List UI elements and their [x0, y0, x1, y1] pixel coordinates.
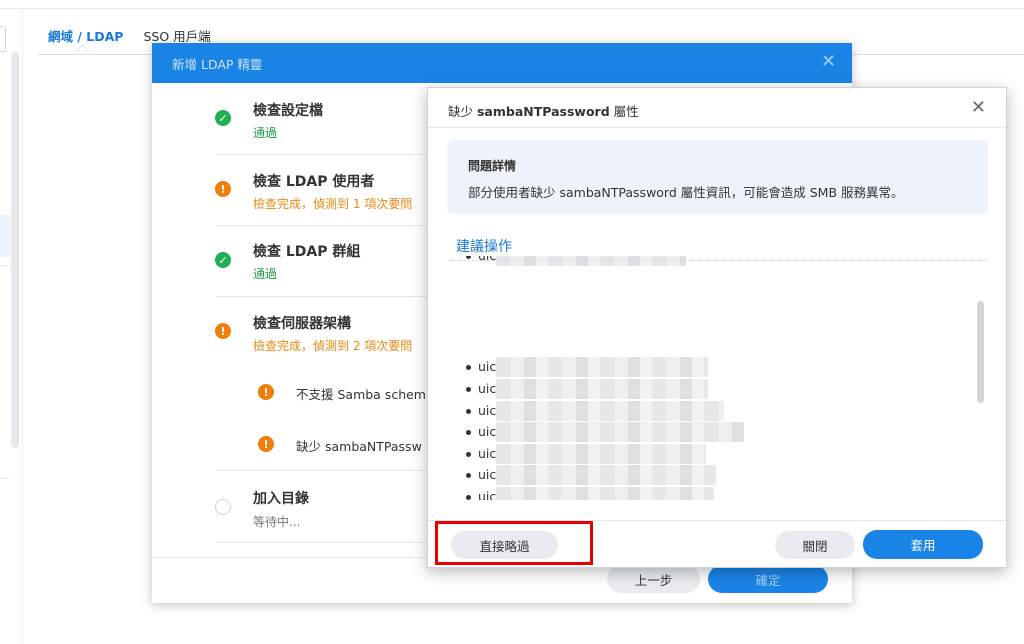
apply-button[interactable]: 套用 [863, 530, 983, 559]
list-top-divider [448, 260, 989, 261]
close-icon[interactable]: ✕ [821, 52, 836, 72]
redacted-text [496, 401, 724, 421]
list-item: uic [462, 465, 982, 485]
step-status: 等待中... [253, 515, 301, 529]
step-title: 檢查伺服器架構 [253, 316, 351, 332]
tab-domain-ldap[interactable]: 網域 / LDAP [38, 28, 133, 54]
step-title: 檢查 LDAP 使用者 [253, 174, 375, 190]
list-item: uic [462, 444, 982, 464]
sidebar-divider [0, 265, 10, 266]
sidebar-search-box[interactable] [0, 26, 6, 52]
close-icon[interactable]: ✕ [971, 98, 986, 118]
step-title: 檢查 LDAP 群組 [253, 244, 361, 260]
wizard-title: 新增 LDAP 精靈 [172, 56, 263, 72]
list-item: uic [462, 487, 982, 500]
list-item: uic [462, 379, 982, 399]
check-circle-icon: ✓ [215, 110, 231, 126]
redacted-text [496, 422, 744, 442]
redacted-text [496, 379, 708, 399]
sidebar-divider [0, 478, 10, 479]
problem-details-panel: 問題詳情 部分使用者缺少 sambaNTPassword 屬性資訊，可能會造成 … [447, 140, 988, 214]
empty-circle-icon [215, 499, 231, 515]
dialog-title: 缺少 sambaNTPassword 屬性 [448, 101, 639, 120]
suggestion-heading: 建議操作 [456, 239, 512, 255]
close-button[interactable]: 關閉 [775, 531, 855, 559]
step-title: 檢查設定檔 [253, 103, 323, 119]
substep-label: 缺少 sambaNTPassw [296, 439, 422, 454]
redacted-text [496, 256, 686, 266]
exclamation-circle-icon: ! [215, 323, 231, 339]
wizard-header: 新增 LDAP 精靈 [152, 43, 852, 83]
dialog-title-suffix: 屬性 [609, 104, 639, 119]
list-item: uic [462, 357, 982, 377]
previous-button[interactable]: 上一步 [607, 565, 700, 593]
problem-description: 部分使用者缺少 sambaNTPassword 屬性資訊，可能會造成 SMB 服… [468, 185, 904, 200]
sidebar-scrollbar[interactable] [11, 52, 19, 448]
dialog-title-prefix: 缺少 [448, 104, 477, 119]
list-scrollbar-thumb[interactable] [977, 301, 984, 403]
list-item: uic [462, 256, 982, 266]
step-title: 加入目錄 [253, 491, 309, 507]
sidebar-border [22, 10, 23, 644]
problem-heading: 問題詳情 [468, 159, 517, 173]
affected-users-list[interactable]: uic uic uic uic uic uic uic uic uic uic … [462, 256, 992, 500]
sidebar-selected-item[interactable] [0, 215, 10, 257]
dialog-title-attribute: sambaNTPassword [476, 104, 610, 119]
missing-attribute-dialog: 缺少 sambaNTPassword 屬性 ✕ 問題詳情 部分使用者缺少 sam… [427, 87, 1007, 568]
app-top-border [0, 8, 1024, 9]
redacted-text [496, 487, 714, 500]
redacted-text [496, 444, 706, 464]
step-status: 通過 [253, 267, 278, 281]
exclamation-circle-icon: ! [258, 384, 274, 400]
list-item: uic [462, 422, 982, 442]
step-status: 檢查完成，偵測到 2 項次要問 [253, 339, 413, 353]
highlight-box [435, 521, 593, 565]
dialog-header-divider [428, 127, 1006, 128]
redacted-text [496, 465, 716, 485]
redacted-text [496, 357, 708, 377]
step-status: 通過 [253, 126, 278, 140]
confirm-button[interactable]: 確定 [708, 565, 828, 593]
substep-label: 不支援 Samba schem [296, 387, 426, 402]
step-status: 檢查完成，偵測到 1 項次要問 [253, 197, 413, 211]
exclamation-circle-icon: ! [215, 181, 231, 197]
exclamation-circle-icon: ! [258, 436, 274, 452]
check-circle-icon: ✓ [215, 252, 231, 268]
list-item: uic [462, 401, 982, 421]
